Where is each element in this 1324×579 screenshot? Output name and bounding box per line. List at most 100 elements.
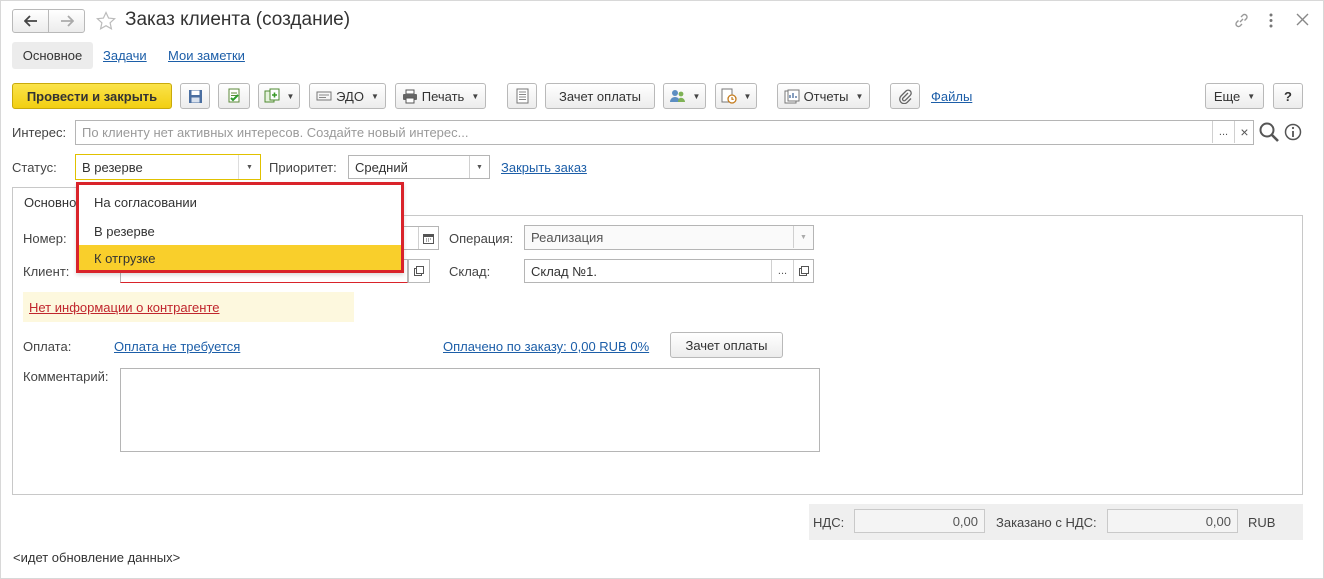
users-icon <box>669 90 685 102</box>
comment-label: Комментарий: <box>23 369 109 384</box>
priority-dropdown-button[interactable]: ▼ <box>469 156 489 178</box>
paperclip-icon <box>899 89 912 104</box>
print-button[interactable]: Печать ▼ <box>395 83 486 109</box>
interest-clear-button[interactable]: × <box>1234 121 1253 143</box>
status-option-label: В резерве <box>94 224 155 239</box>
favorite-star-icon[interactable] <box>96 11 116 31</box>
form-tab-main-label: Основное <box>24 195 84 210</box>
arrow-left-icon <box>23 15 37 27</box>
edo-button[interactable]: ЭДО ▼ <box>309 83 386 109</box>
status-option-label: К отгрузке <box>94 251 156 266</box>
reports-icon <box>784 89 800 103</box>
currency-label: RUB <box>1248 515 1276 530</box>
paid-by-order-link[interactable]: Оплачено по заказу: 0,00 RUB 0% <box>443 339 649 354</box>
more-button-label: Еще <box>1213 88 1241 104</box>
status-select-value: В резерве <box>82 159 143 175</box>
chevron-down-icon: ▼ <box>471 91 480 101</box>
chevron-down-icon: ▼ <box>286 91 295 101</box>
post-document-button[interactable] <box>218 83 250 109</box>
priority-select[interactable]: Средний ▼ <box>348 155 490 179</box>
interest-input[interactable]: По клиенту нет активных интересов. Созда… <box>75 120 1254 145</box>
number-label: Номер: <box>23 231 67 246</box>
floppy-disk-icon <box>188 89 202 103</box>
warehouse-input[interactable]: Склад №1. ... <box>524 259 814 283</box>
chevron-down-icon: ▼ <box>855 91 864 101</box>
tab-tasks[interactable]: Задачи <box>103 48 147 63</box>
comment-textarea[interactable] <box>120 368 820 452</box>
users-button[interactable]: ▼ <box>663 83 706 109</box>
contractor-warning-link[interactable]: Нет информации о контрагенте <box>29 300 220 315</box>
window-title: Заказ клиента (создание) <box>125 9 351 30</box>
calendar-icon <box>423 233 434 244</box>
operation-label: Операция: <box>449 231 514 246</box>
priority-select-value: Средний <box>355 159 408 175</box>
payment-link[interactable]: Оплата не требуется <box>114 339 240 354</box>
warehouse-label: Склад: <box>449 264 491 279</box>
payment-offset-button[interactable]: Зачет оплаты <box>670 332 783 358</box>
arrow-right-icon <box>60 15 74 27</box>
search-icon[interactable] <box>1258 121 1280 143</box>
interest-select-button[interactable]: ... <box>1212 121 1234 143</box>
chevron-down-icon: ▼ <box>370 91 379 101</box>
tab-my-notes[interactable]: Мои заметки <box>168 48 245 63</box>
tasks-clock-button[interactable]: ▼ <box>715 83 757 109</box>
open-form-icon <box>798 266 809 276</box>
forward-button[interactable] <box>48 9 85 33</box>
reports-button-label: Отчеты <box>803 88 849 104</box>
post-and-close-button[interactable]: Провести и закрыть <box>12 83 172 109</box>
files-link[interactable]: Файлы <box>931 89 972 104</box>
status-dropdown-popup: На согласовании В резерве К отгрузке <box>76 182 404 273</box>
ordered-with-vat-value: 0,00 <box>1107 509 1238 533</box>
vat-value: 0,00 <box>854 509 985 533</box>
status-option-to-shipment[interactable]: К отгрузке <box>79 245 401 270</box>
status-option-label: На согласовании <box>94 195 197 210</box>
close-icon[interactable] <box>1296 13 1309 26</box>
status-label: Статус: <box>12 160 57 175</box>
more-vertical-icon[interactable] <box>1267 12 1275 29</box>
info-icon[interactable] <box>1284 123 1302 141</box>
edo-button-label: ЭДО <box>336 88 364 104</box>
warehouse-select-button[interactable]: ... <box>771 260 793 282</box>
attach-files-button[interactable] <box>890 83 920 109</box>
create-based-on-button[interactable]: ▼ <box>258 83 300 109</box>
vat-label: НДС: <box>813 515 845 530</box>
printer-icon <box>402 89 417 103</box>
warehouse-input-value: Склад №1. <box>531 263 598 279</box>
edo-icon <box>316 91 332 101</box>
document-clock-icon <box>721 88 737 104</box>
back-button[interactable] <box>12 9 49 33</box>
client-label: Клиент: <box>23 264 70 279</box>
save-button[interactable] <box>180 83 210 109</box>
open-form-icon <box>414 266 424 276</box>
chevron-down-icon: ▼ <box>692 91 701 101</box>
tab-main[interactable]: Основное <box>12 42 93 69</box>
ordered-with-vat-label: Заказано с НДС: <box>996 515 1097 530</box>
more-button[interactable]: Еще ▼ <box>1205 83 1264 109</box>
calendar-button[interactable] <box>418 227 438 249</box>
status-bar-text: <идет обновление данных> <box>13 550 181 565</box>
link-icon[interactable] <box>1233 12 1250 29</box>
payment-label: Оплата: <box>23 339 72 354</box>
tab-main-label: Основное <box>22 48 83 63</box>
payment-offset-toolbar-button[interactable]: Зачет оплаты <box>545 83 655 109</box>
priority-label: Приоритет: <box>269 160 337 175</box>
status-option-approval[interactable]: На согласовании <box>79 188 401 214</box>
chevron-down-icon: ▼ <box>1247 91 1256 101</box>
reports-button[interactable]: Отчеты ▼ <box>777 83 870 109</box>
status-dropdown-button[interactable]: ▼ <box>238 155 260 179</box>
client-open-button[interactable] <box>408 259 430 283</box>
interest-placeholder: По клиенту нет активных интересов. Созда… <box>82 125 469 140</box>
operation-select[interactable]: Реализация ▼ <box>524 225 814 250</box>
create-based-on-icon <box>264 88 280 103</box>
help-button[interactable]: ? <box>1273 83 1303 109</box>
operation-dropdown-button[interactable]: ▼ <box>793 226 813 248</box>
chevron-down-icon: ▼ <box>743 91 752 101</box>
operation-select-value: Реализация <box>531 230 604 245</box>
list-document-icon <box>516 88 528 104</box>
status-select[interactable]: В резерве ▼ <box>75 154 261 180</box>
close-order-link[interactable]: Закрыть заказ <box>501 160 587 175</box>
warehouse-open-button[interactable] <box>793 260 813 282</box>
interest-label: Интерес: <box>12 125 67 140</box>
document-list-button[interactable] <box>507 83 537 109</box>
status-option-reserved[interactable]: В резерве <box>79 217 401 243</box>
